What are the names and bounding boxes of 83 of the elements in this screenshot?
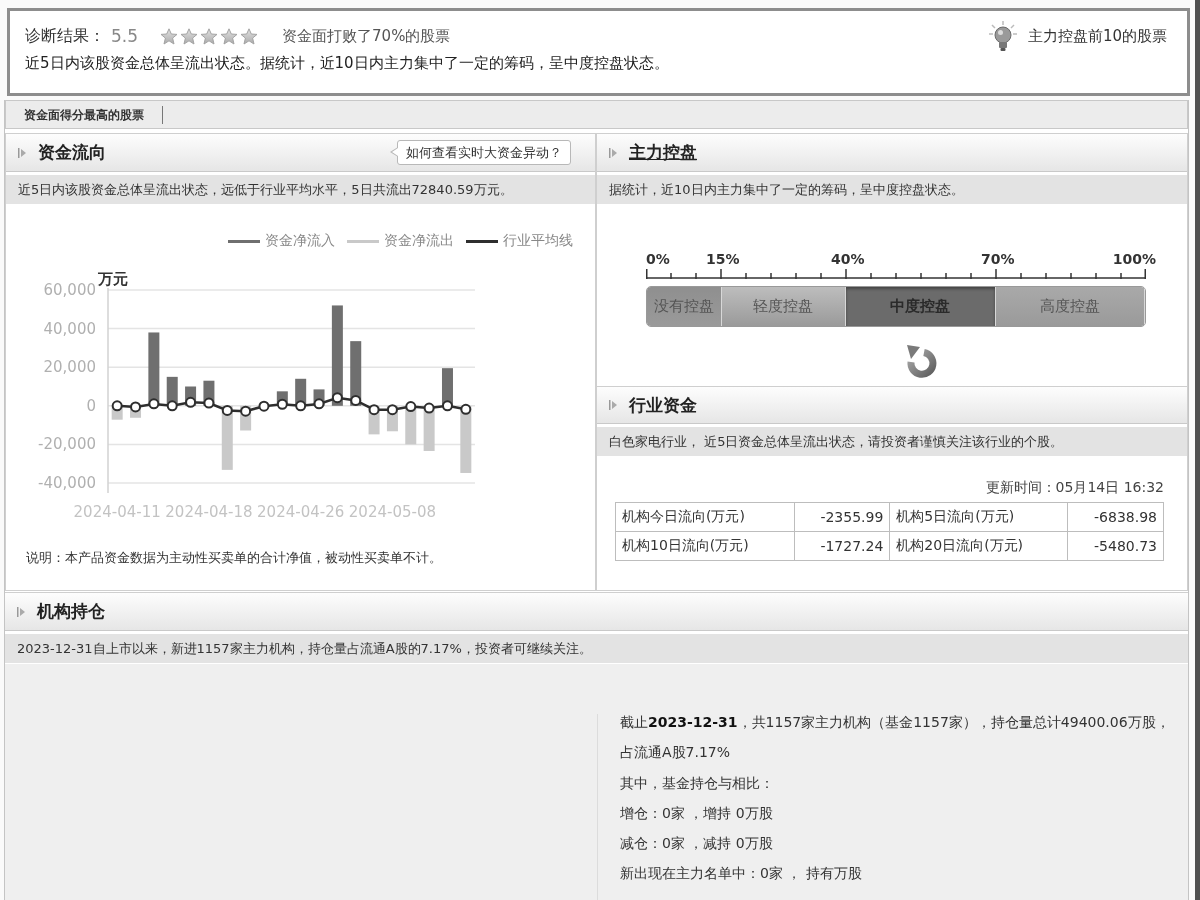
diagnosis-summary: 近5日内该股资金总体呈流出状态。据统计，近10日内主力集中了一定的筹码，呈中度控盘状态。: [25, 54, 670, 73]
x-axis-label: 2024-05-08: [348, 503, 436, 521]
y-axis-label: 0: [86, 396, 96, 415]
rank-text: 资金面打败了70%的股票: [282, 26, 451, 46]
table-cell: -1727.24: [794, 531, 890, 561]
star-icon: [220, 27, 239, 45]
data-point: [130, 401, 142, 413]
table-cell: -2355.99: [794, 502, 890, 532]
table-cell: -5480.73: [1067, 531, 1164, 561]
control-level-segment: 没有控盘: [647, 287, 722, 326]
triangle-icon: [609, 400, 617, 410]
star-icon: [180, 27, 199, 45]
scale-label: 70%: [980, 251, 1015, 267]
section-summary: 2023-12-31自上市以来，新进1157家主力机构，持仓量占流通A股的7.17%，投资者可继续关注。: [5, 634, 1188, 663]
data-point: [350, 394, 362, 406]
data-point: [313, 398, 325, 410]
data-point: [240, 405, 252, 417]
control-level-segment: 中度控盘: [846, 287, 996, 326]
inflow-bar: [442, 368, 453, 406]
data-point: [258, 400, 270, 412]
section-title: 行业资金: [629, 393, 697, 417]
star-icon: [160, 27, 179, 45]
legend-label: 行业平均线: [503, 232, 573, 250]
scale-label: 40%: [830, 251, 865, 267]
section-title: 机构持仓: [37, 600, 105, 623]
y-axis-label: 40,000: [43, 319, 96, 338]
tab[interactable]: 资金面得分最高的股票: [24, 105, 163, 124]
data-point: [386, 404, 398, 416]
scale-label: 100%: [1112, 251, 1156, 267]
legend-label: 资金净流出: [384, 232, 454, 250]
triangle-icon: [17, 606, 25, 617]
holding-detail: 新出现在主力名单中：0家 ， 持有万股: [620, 864, 863, 884]
holding-detail: 增仓：0家 ，增持 0万股: [620, 803, 774, 823]
control-level-segment: 高度控盘: [995, 287, 1145, 326]
score-text: 5.5: [111, 26, 139, 46]
scale-label: 15%: [705, 251, 740, 267]
data-point: [331, 392, 343, 404]
star-icon: [240, 27, 259, 45]
y-axis-label: 20,000: [43, 358, 96, 377]
control-level-segment: 轻度控盘: [721, 287, 847, 326]
section-summary: 近5日内该股资金总体呈流出状态，远低于行业平均水平，5日共流出72840.59万元。: [6, 175, 595, 204]
data-point: [203, 397, 215, 409]
x-axis-label: 2024-04-11: [73, 503, 161, 521]
scale-label: 0%: [646, 251, 670, 267]
holding-detail: 其中，基金持仓与相比：: [620, 773, 775, 793]
y-axis-label: -40,000: [38, 474, 96, 492]
data-point: [111, 400, 123, 412]
section-title: 资金流向: [38, 141, 106, 164]
section-title-link[interactable]: 主力控盘: [629, 141, 697, 164]
section-summary: 白色家电行业， 近5日资金总体呈流出状态，请投资者谨慎关注该行业的个股。: [597, 427, 1187, 456]
lightbulb-icon: [987, 20, 1018, 52]
data-point: [221, 404, 233, 416]
table-cell: -6838.98: [1067, 502, 1164, 532]
section-summary: 据统计，近10日内主力集中了一定的筹码，呈中度控盘状态。: [597, 175, 1187, 204]
diagnosis-label: 诊断结果：: [25, 25, 105, 47]
table-cell: 机构10日流向(万元): [615, 531, 795, 561]
y-axis-label: -20,000: [38, 435, 96, 454]
data-point: [166, 400, 178, 412]
table-cell: 机构今日流向(万元): [615, 502, 795, 532]
star-icon: [200, 27, 219, 45]
holding-detail: 减仓：0家 ，减持 0万股: [620, 834, 774, 854]
data-point: [276, 398, 288, 410]
data-point: [423, 402, 435, 414]
top-stocks-link[interactable]: 主力控盘前10的股票: [987, 20, 1167, 52]
holding-detail: 截止2023-12-31，共1157家主力机构（基金1157家），持仓量总计49400.06万股，占流通A股7.17%: [620, 713, 1171, 763]
legend-label: 资金净流入: [265, 232, 335, 250]
x-axis-label: 2024-04-18: [165, 503, 253, 521]
data-point: [442, 400, 453, 412]
data-point: [460, 403, 472, 415]
table-cell: 机构5日流向(万元): [889, 502, 1068, 532]
triangle-icon: [18, 147, 26, 158]
data-point: [405, 401, 417, 413]
data-point: [185, 396, 197, 408]
data-point: [368, 404, 380, 416]
table-cell: 机构20日流向(万元): [889, 531, 1068, 561]
chart-note: 说明：本产品资金数据为主动性买卖单的合计净值，被动性买卖单不计。: [25, 549, 443, 567]
y-axis-unit: 万元: [98, 270, 128, 288]
triangle-icon: [609, 147, 617, 158]
y-axis-label: 60,000: [43, 281, 96, 299]
update-time: 更新时间：05月14日 16:32: [984, 478, 1165, 496]
x-axis-label: 2024-04-26: [257, 503, 345, 521]
data-point: [148, 398, 160, 410]
data-point: [295, 400, 307, 412]
